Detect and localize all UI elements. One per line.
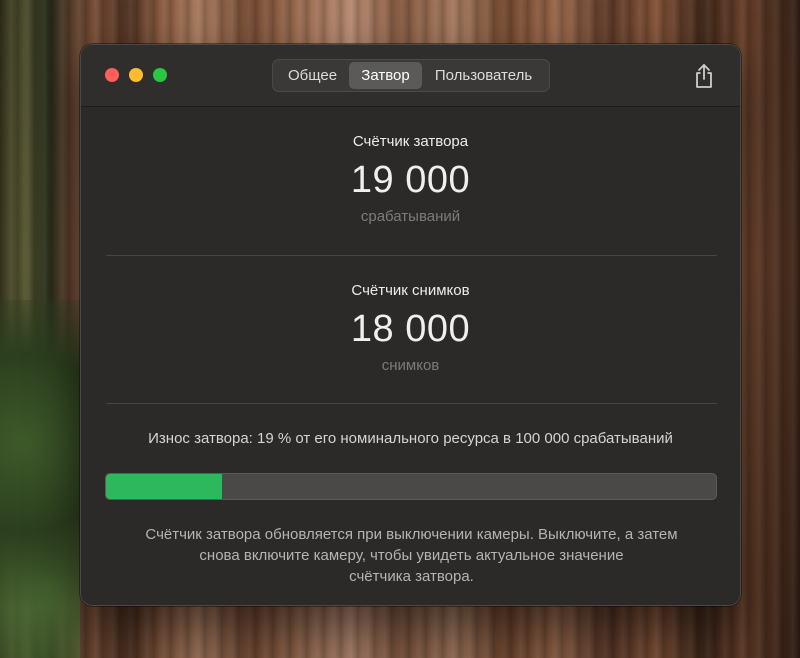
- shutter-counter-title: Счётчик затвора: [352, 133, 469, 150]
- shutter-counter-value: 19 000: [350, 159, 471, 201]
- titlebar: Общее Затвор Пользователь: [81, 45, 740, 107]
- note-line: снова включите камеру, чтобы увидеть акт…: [199, 547, 624, 564]
- app-window: Общее Затвор Пользователь Счётчик затвор…: [80, 44, 741, 606]
- shutter-wear-progress-fill: [106, 474, 222, 499]
- minimize-button[interactable]: [129, 68, 143, 82]
- shutter-wear-progress-bar: [105, 473, 717, 500]
- tab-user[interactable]: Пользователь: [422, 62, 545, 89]
- tab-shutter[interactable]: Затвор: [349, 62, 422, 89]
- maximize-button[interactable]: [153, 68, 167, 82]
- note-line: счётчика затвора.: [349, 568, 474, 585]
- shutter-counter: Счётчик затвора 19 000 срабатываний: [81, 133, 740, 225]
- divider: [106, 403, 717, 404]
- divider: [106, 255, 717, 256]
- shots-counter-title: Счётчик снимков: [351, 282, 470, 299]
- close-button[interactable]: [105, 68, 119, 82]
- shutter-counter-unit: срабатываний: [360, 208, 461, 225]
- shutter-update-note: Счётчик затвора обновляется при выключен…: [101, 524, 722, 587]
- share-button[interactable]: [689, 61, 719, 91]
- shots-counter-unit: снимков: [381, 357, 440, 374]
- shutter-wear-text: Износ затвора: 19 % от его номинального …: [148, 430, 673, 447]
- share-icon: [696, 64, 712, 88]
- tab-switcher: Общее Затвор Пользователь: [272, 59, 550, 92]
- tab-general[interactable]: Общее: [276, 62, 349, 89]
- shots-counter: Счётчик снимков 18 000 снимков: [81, 282, 740, 374]
- wallpaper-foliage: [0, 300, 80, 658]
- shots-counter-value: 18 000: [350, 308, 471, 350]
- note-line: Счётчик затвора обновляется при выключен…: [145, 526, 678, 543]
